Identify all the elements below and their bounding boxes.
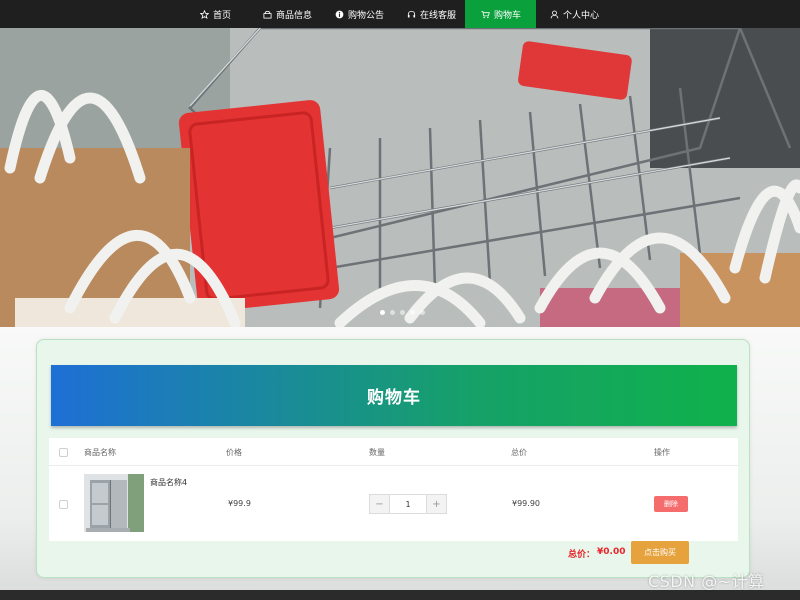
product-price: ¥99.9	[228, 499, 251, 508]
headset-icon	[407, 10, 416, 19]
carousel-dot[interactable]	[400, 310, 405, 315]
table-header-row: 商品名称 价格 数量 总价 操作	[49, 438, 738, 466]
nav-item-home[interactable]: 首页	[200, 0, 231, 28]
total-value: ¥0.00	[597, 547, 626, 557]
row-checkbox[interactable]	[59, 500, 68, 509]
carousel-dot[interactable]	[390, 310, 395, 315]
nav-item-customer-service[interactable]: 在线客服	[407, 0, 456, 28]
buy-button[interactable]: 点击购买	[631, 541, 689, 564]
carousel-dot[interactable]	[410, 310, 415, 315]
carousel-dots	[380, 310, 425, 315]
increase-button[interactable]: +	[427, 495, 446, 513]
nav-label: 在线客服	[420, 10, 457, 21]
nav-item-products[interactable]: 商品信息	[263, 0, 312, 28]
column-header-action: 操作	[654, 448, 670, 457]
cart-header: 购物车	[51, 365, 737, 426]
cart-table: 商品名称 价格 数量 总价 操作 商品名称4 ¥99.9 − 1 + ¥99.9…	[49, 438, 738, 541]
nav-label: 购物车	[494, 10, 522, 21]
product-name[interactable]: 商品名称4	[150, 477, 187, 488]
nav-item-announcements[interactable]: 购物公告	[335, 0, 384, 28]
total-label: 总价：	[568, 550, 596, 560]
decrease-button[interactable]: −	[370, 495, 389, 513]
select-all-checkbox[interactable]	[59, 448, 68, 457]
cart-icon	[481, 10, 490, 19]
nav-label: 个人中心	[563, 10, 600, 21]
delete-button[interactable]: 删除	[654, 496, 688, 512]
page-title: 购物车	[367, 388, 421, 408]
nav-item-cart[interactable]: 购物车	[465, 0, 536, 28]
column-header-name: 商品名称	[84, 448, 116, 457]
quantity-input[interactable]: 1	[389, 495, 427, 513]
star-icon	[200, 9, 209, 19]
watermark: CSDN @~计算	[648, 572, 765, 591]
nav-label: 首页	[213, 10, 232, 21]
column-header-quantity: 数量	[369, 448, 385, 457]
product-image[interactable]	[84, 474, 144, 532]
carousel-dot[interactable]	[380, 310, 385, 315]
banner-carousel[interactable]	[0, 28, 800, 327]
column-header-price: 价格	[226, 448, 242, 457]
nav-label: 购物公告	[348, 10, 385, 21]
top-navigation: 首页 商品信息 购物公告 在线客服 购物车 个人中心	[0, 0, 800, 28]
nav-item-profile[interactable]: 个人中心	[550, 0, 599, 28]
carousel-dot[interactable]	[420, 310, 425, 315]
banner-image	[0, 28, 800, 327]
row-total: ¥99.90	[512, 499, 540, 508]
column-header-total: 总价	[511, 448, 527, 457]
quantity-stepper: − 1 +	[369, 494, 447, 514]
info-circle-icon	[335, 10, 344, 19]
shop-icon	[263, 10, 272, 19]
nav-label: 商品信息	[276, 10, 313, 21]
user-icon	[550, 10, 559, 19]
